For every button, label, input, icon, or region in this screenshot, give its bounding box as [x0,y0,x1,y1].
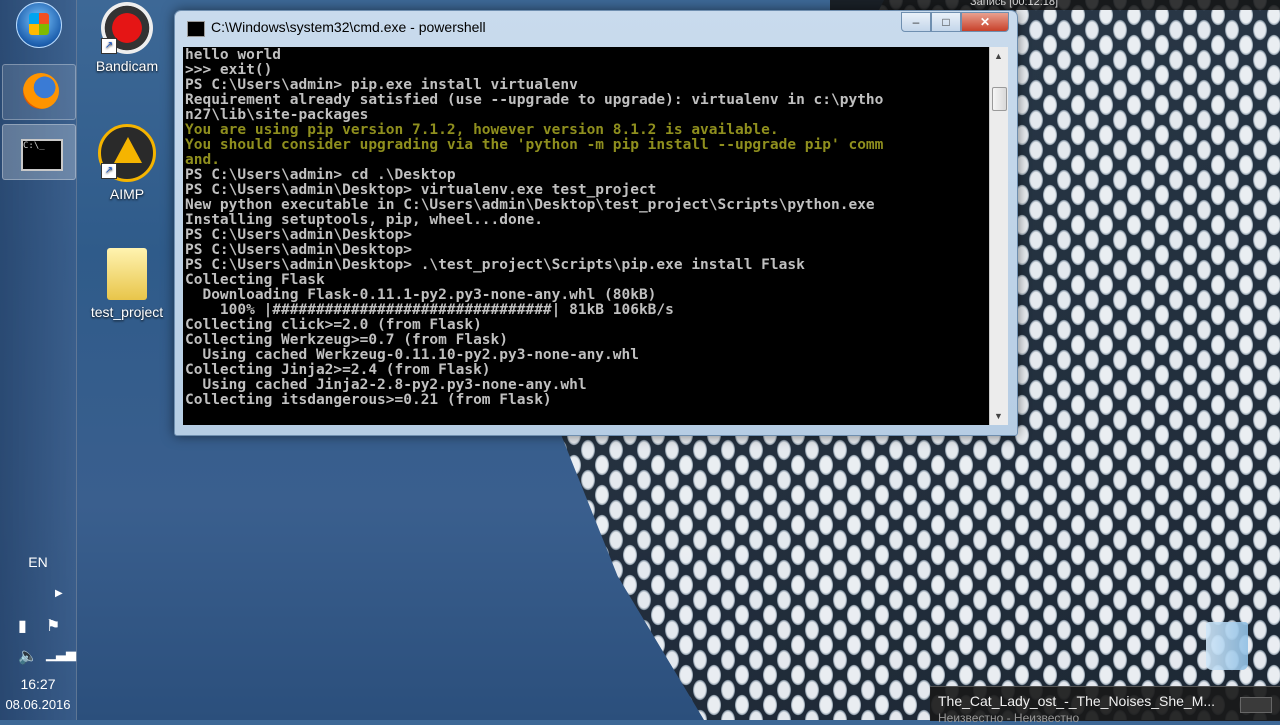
console-line: PS C:\Users\admin> pip.exe install virtu… [185,77,578,93]
taskbar: C:\_ EN ▶ ▮ ⚑ 🔈 ▁▃▅ 16:27 08.06.2016 [0,0,77,720]
console-line: Collecting Werkzeug>=0.7 (from Flask) [185,332,509,348]
track-artist: Неизвестно - Неизвестно [938,711,1080,725]
console-line: Using cached Werkzeug-0.11.10-py2.py3-no… [185,347,639,363]
console-output[interactable]: hello world >>> exit() PS C:\Users\admin> … [183,47,989,425]
close-button[interactable]: ✕ [961,12,1009,32]
action-center-flag-icon[interactable]: ⚑ [46,616,60,636]
cmd-icon: C:\_ [21,139,63,171]
console-line: Installing setuptools, pip, wheel...done… [185,212,543,228]
recording-status: Запись [00:12:18] [970,0,1059,8]
desktop-icon-aimp[interactable]: ↗ AIMP [82,124,172,202]
clock-date[interactable]: 08.06.2016 [0,697,76,712]
console-line: Collecting itsdangerous>=0.21 (from Flas… [185,392,552,408]
bandicam-recording-bar: Запись [00:12:18] [830,0,1280,10]
console-line: PS C:\Users\admin\Desktop> .\test_projec… [185,257,805,273]
start-button[interactable] [16,2,62,48]
console-line: Collecting click>=2.0 (from Flask) [185,317,482,333]
console-line: PS C:\Users\admin\Desktop> virtualenv.ex… [185,182,657,198]
now-playing-notification[interactable]: The_Cat_Lady_ost_-_The_Noises_She_M... Н… [930,686,1280,725]
console-line: Downloading Flask-0.11.1-py2.py3-none-an… [185,287,657,303]
maximize-button[interactable]: □ [931,12,961,32]
aimp-icon: ↗ [98,124,156,182]
shortcut-arrow-icon: ↗ [101,38,117,54]
console-line: PS C:\Users\admin\Desktop> [185,242,412,258]
clock-time[interactable]: 16:27 [0,676,76,692]
scroll-down-arrow-icon[interactable]: ▼ [994,411,1003,421]
console-line: 100% |################################| … [185,302,674,318]
taskbar-firefox-button[interactable] [2,64,76,120]
console-line: hello world [185,47,282,63]
notification-control-button[interactable] [1240,697,1272,713]
bandicam-icon: ↗ [101,2,153,54]
desktop-icon-label: test_project [90,304,164,320]
cmd-window-icon[interactable] [187,21,205,37]
windows-logo-icon [29,13,49,35]
shortcut-arrow-icon: ↗ [101,163,117,179]
desktop-icon-bandicam[interactable]: ↗ Bandicam [82,2,172,74]
firefox-icon [23,73,59,109]
desktop-icon-label: Bandicam [95,58,159,74]
volume-icon[interactable]: 🔈 [18,646,38,666]
language-indicator[interactable]: EN [0,554,76,570]
console-line: and. [185,152,220,168]
window-controls: – □ ✕ [901,12,1009,32]
desktop-icon-test-project[interactable]: test_project [82,248,172,320]
network-signal-icon[interactable]: ▁▃▅ [46,646,76,662]
console-line: Using cached Jinja2-2.8-py2.py3-none-any… [185,377,587,393]
console-line: PS C:\Users\admin\Desktop> [185,227,412,243]
console-line: You are using pip version 7.1.2, however… [185,122,779,138]
scrollbar-thumb[interactable] [992,87,1007,111]
show-hidden-icons-arrow-icon[interactable]: ▶ [55,588,63,599]
console-line: >>> exit() [185,62,273,78]
console-line: Collecting Jinja2>=2.4 (from Flask) [185,362,491,378]
cmd-window[interactable]: C:\Windows\system32\cmd.exe - powershell… [174,10,1018,436]
scroll-up-arrow-icon[interactable]: ▲ [994,51,1003,61]
console-line: You should consider upgrading via the 'p… [185,137,884,153]
track-title: The_Cat_Lady_ost_-_The_Noises_She_M... [938,693,1216,709]
console-line: New python executable in C:\Users\admin\… [185,197,875,213]
minimize-button[interactable]: – [901,12,931,32]
console-line: Collecting Flask [185,272,325,288]
recycle-bin-icon[interactable] [1206,622,1248,670]
desktop-icon-label: AIMP [109,186,145,202]
folder-icon [107,248,147,300]
console-line: n27\lib\site-packages [185,107,369,123]
vertical-scrollbar[interactable]: ▲ ▼ [989,47,1008,425]
battery-icon[interactable]: ▮ [18,616,27,636]
window-title: C:\Windows\system32\cmd.exe - powershell [211,19,486,35]
taskbar-cmd-button[interactable]: C:\_ [2,124,76,180]
console-line: Requirement already satisfied (use --upg… [185,92,884,108]
console-line: PS C:\Users\admin> cd .\Desktop [185,167,456,183]
